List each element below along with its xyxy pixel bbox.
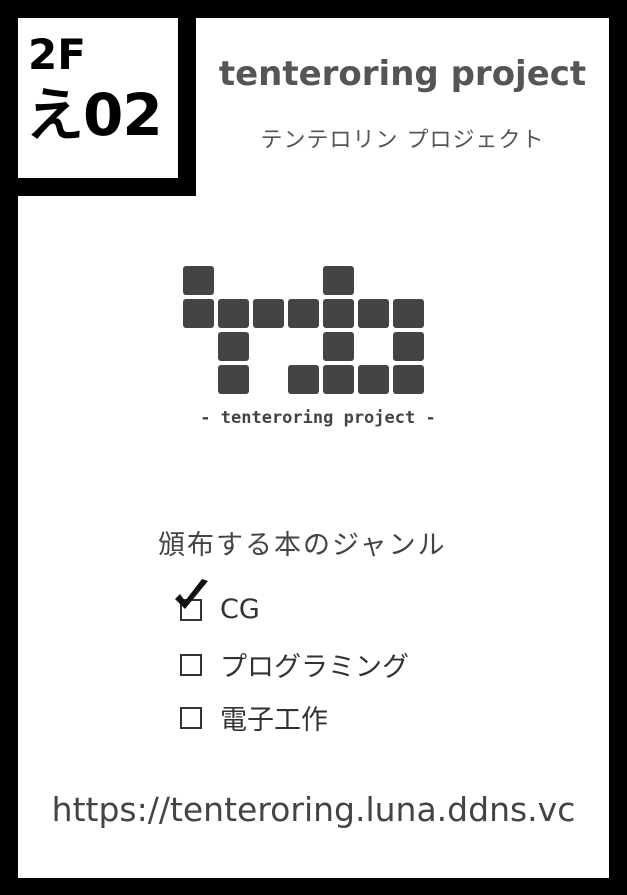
circle-name: tenteroring project [218, 54, 587, 94]
genre-label: プログラミング [220, 652, 409, 683]
logo-subtitle: - tenteroring project - [200, 408, 436, 428]
booth-space: え02 [26, 81, 163, 149]
logo-block [288, 299, 319, 328]
logo-block [253, 299, 284, 328]
booth-number-box: 2F え02 [18, 18, 196, 196]
logo-block [218, 299, 249, 328]
booth-floor: 2F [28, 30, 86, 79]
logo-block [323, 299, 354, 328]
genre-label: CG [220, 594, 260, 625]
checkbox-empty-icon [180, 653, 202, 676]
logo-block [323, 266, 354, 295]
checkmark-icon [175, 578, 208, 609]
logo-block [218, 332, 249, 361]
circle-cut-card: 2F え02 tenteroring project テンテロリン プロジェクト… [18, 18, 609, 878]
genre-label: 電子工作 [220, 705, 328, 736]
logo-block [358, 299, 389, 328]
website-url: https://tenteroring.luna.ddns.vc [51, 790, 576, 829]
logo-block [393, 365, 424, 394]
genre-heading: 頒布する本のジャンル [158, 530, 447, 561]
checkbox-checked-icon [175, 578, 208, 621]
circle-name-kana: テンテロリン プロジェクト [260, 128, 545, 153]
genre-item-cg: CG [175, 578, 260, 625]
genre-item-electronics: 電子工作 [180, 698, 328, 737]
logo-block [183, 299, 214, 328]
logo-block [393, 332, 424, 361]
checkbox-empty-icon [180, 706, 202, 729]
genre-item-programming: プログラミング [180, 645, 409, 684]
logo-block [323, 365, 354, 394]
logo-block [393, 299, 424, 328]
logo-block [218, 365, 249, 394]
logo-block [358, 365, 389, 394]
logo-block [288, 365, 319, 394]
logo-block [183, 266, 214, 295]
logo-block [323, 332, 354, 361]
